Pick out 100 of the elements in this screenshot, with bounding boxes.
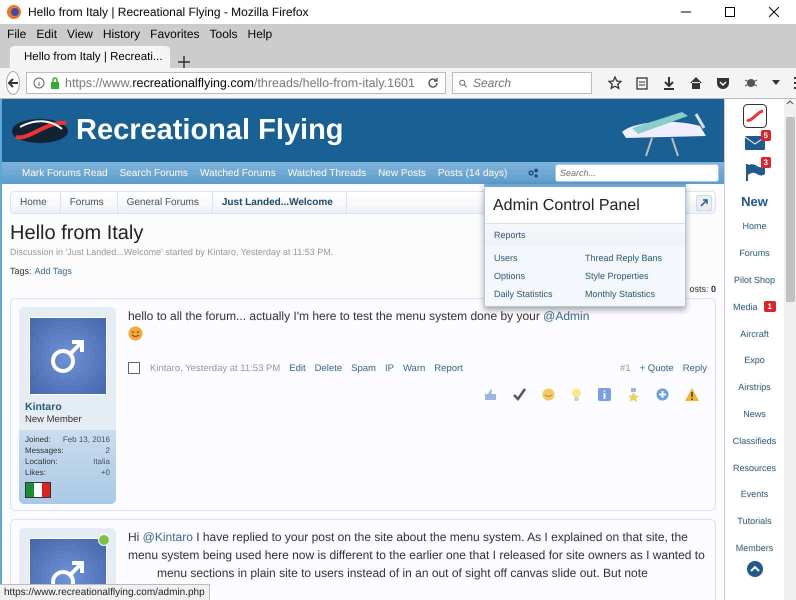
sidebar-nav-link[interactable]: Home xyxy=(742,221,766,232)
menu-item[interactable]: Style Properties xyxy=(585,271,676,281)
back-arrow-icon xyxy=(7,77,19,89)
home-icon[interactable] xyxy=(689,76,703,90)
thumbs-up-icon[interactable] xyxy=(484,388,497,401)
sidebar-nav-link[interactable]: Forums xyxy=(739,248,770,258)
post-action-link[interactable]: Edit xyxy=(289,362,306,374)
arrow-icon xyxy=(700,198,708,206)
notification-badge: 5 xyxy=(760,130,771,141)
mention-link[interactable]: @Admin xyxy=(543,309,590,323)
reading-list-icon[interactable] xyxy=(635,76,649,90)
sidebar-nav-link[interactable]: Events xyxy=(740,489,768,500)
stat-label: Location: xyxy=(25,457,58,466)
stat-label: Joined: xyxy=(25,435,51,444)
envelope-icon[interactable] xyxy=(744,136,764,150)
post-byline: Kintaro, Yesterday at 11:53 PM xyxy=(150,362,280,374)
search-field[interactable]: Search xyxy=(452,72,592,94)
menu-item[interactable]: Favorites xyxy=(145,27,205,41)
thread-title: Hello from Italy xyxy=(10,222,144,245)
breadcrumb-link[interactable]: Forums xyxy=(60,192,118,213)
menu-item[interactable]: View xyxy=(62,27,98,41)
post-action-link[interactable]: Report xyxy=(434,362,463,374)
smiley-icon[interactable] xyxy=(542,388,555,401)
menu-item[interactable]: Edit xyxy=(31,27,62,41)
pocket-icon[interactable] xyxy=(716,76,730,90)
post-action-link[interactable]: IP xyxy=(384,362,394,374)
star-icon[interactable] xyxy=(608,76,622,90)
post-action-link[interactable]: Delete xyxy=(314,362,342,374)
breadcrumb-link[interactable]: Home xyxy=(11,192,61,213)
site-title: Recreational Flying xyxy=(76,114,345,147)
sidebar-nav-link[interactable]: Classifieds xyxy=(732,436,776,446)
menu-item[interactable]: Options xyxy=(494,271,585,281)
smiley-icon xyxy=(128,326,143,341)
jump-button[interactable] xyxy=(696,194,712,210)
menu-item[interactable]: Users xyxy=(494,253,585,263)
search-icon xyxy=(459,78,467,88)
plus-circle-icon[interactable] xyxy=(656,388,669,401)
sidebar-nav-link[interactable]: Expo xyxy=(744,355,765,366)
menu-item[interactable]: Daily Statistics xyxy=(494,289,585,299)
tags-label: Tags: xyxy=(10,266,32,276)
posts-count: osts: 0 xyxy=(689,284,716,294)
status-url: https://www.recreationalflying.com/admin.php xyxy=(4,587,205,598)
thread-meta: Discussion in 'Just Landed...Welcome' started by Kintaro, Yesterday at 11:53 PM. xyxy=(10,247,334,257)
info-icon[interactable] xyxy=(598,388,611,401)
site-search-field[interactable]: Search... xyxy=(554,164,720,182)
scrollbar[interactable] xyxy=(784,99,796,600)
stat-label: Messages: xyxy=(25,446,64,455)
breadcrumb-link[interactable]: Just Landed...Welcome xyxy=(212,192,347,213)
checkmark-icon[interactable] xyxy=(513,388,526,401)
quote-link[interactable]: + Quote xyxy=(640,362,674,374)
award-star-icon[interactable] xyxy=(627,388,640,402)
stat-value: 2 xyxy=(106,446,110,455)
post-action-link[interactable]: Spam xyxy=(351,362,376,374)
scroll-top-icon[interactable] xyxy=(746,561,762,578)
stat-value: Italia xyxy=(93,457,110,466)
select-checkbox[interactable] xyxy=(128,362,140,374)
post-text: menu sections in plain site to users instead of in an out of sight off canvas slide out. But note xyxy=(156,565,649,582)
firefox-icon xyxy=(6,4,22,20)
download-icon[interactable] xyxy=(662,76,676,90)
stat-value: +0 xyxy=(100,468,110,477)
close-icon[interactable] xyxy=(769,7,779,17)
mention-link[interactable]: @Kintaro xyxy=(142,530,193,544)
back-button[interactable] xyxy=(6,71,20,95)
sidebar-nav-link[interactable]: Media xyxy=(733,302,758,312)
menu-item[interactable]: Thread Reply Bans xyxy=(585,253,676,263)
add-tags-link[interactable]: Add Tags xyxy=(34,266,72,276)
reply-link[interactable]: Reply xyxy=(682,362,707,374)
author-role: New Member xyxy=(24,413,82,427)
extension-icon[interactable] xyxy=(743,76,759,90)
address-bar[interactable]: https://www.recreationalflying.com/threads/hello-from-italy.1601 xyxy=(26,72,446,94)
search-input[interactable]: Search xyxy=(471,75,585,91)
new-tab-icon[interactable] xyxy=(178,56,190,68)
dropdown-icon[interactable] xyxy=(772,80,780,86)
menu-item[interactable]: File xyxy=(2,27,32,41)
sidebar-nav-link[interactable]: Members xyxy=(736,542,774,553)
flag-icon[interactable] xyxy=(744,163,764,181)
breadcrumb-link[interactable]: General Forums xyxy=(118,192,213,213)
menu-item[interactable]: History xyxy=(98,27,146,41)
sidebar-nav-link[interactable]: Resources xyxy=(732,462,776,473)
reload-icon[interactable] xyxy=(427,77,439,89)
menu-item[interactable]: Tools xyxy=(204,27,243,41)
sidebar-nav-link[interactable]: Aircraft xyxy=(740,328,769,339)
settings-icon[interactable] xyxy=(527,167,539,179)
sidebar-nav-link[interactable]: Airstrips xyxy=(738,382,771,392)
menu-item[interactable]: Monthly Statistics xyxy=(585,289,676,299)
menu-item[interactable]: Reports xyxy=(485,224,685,246)
post-text: hello to all the forum... actually I'm here to test the menu system done by your @Admin xyxy=(128,308,590,325)
swoosh-logo-icon[interactable] xyxy=(742,104,766,128)
browser-tab[interactable]: Hello from Italy | Recreati... xyxy=(10,46,170,68)
author-name[interactable]: Kintaro xyxy=(19,395,116,413)
notification-badge: 3 xyxy=(760,157,771,168)
menu-item[interactable]: Help xyxy=(242,27,278,41)
post-action-link[interactable]: Warn xyxy=(402,362,426,374)
flag-icon xyxy=(25,482,51,498)
warning-icon[interactable] xyxy=(685,388,699,401)
maximize-icon[interactable] xyxy=(725,7,735,17)
sidebar-nav-link[interactable]: Pilot Shop xyxy=(734,274,776,285)
sidebar-nav-link[interactable]: Tutorials xyxy=(737,516,772,526)
sidebar-nav-link[interactable]: News xyxy=(743,408,766,419)
new-link[interactable]: New xyxy=(741,194,768,209)
